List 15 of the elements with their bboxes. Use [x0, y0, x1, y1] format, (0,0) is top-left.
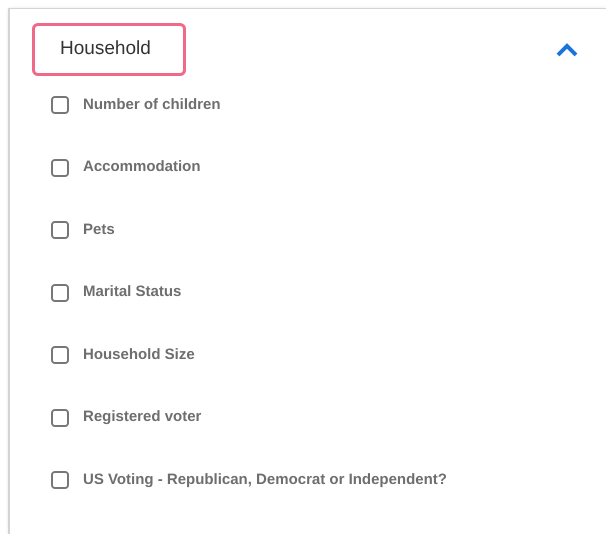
checkbox[interactable]	[51, 221, 69, 239]
section-title[interactable]: Household	[32, 23, 186, 76]
checkbox[interactable]	[51, 96, 69, 114]
option-label: Accommodation	[83, 157, 201, 178]
option-label: Household Size	[83, 344, 195, 365]
option-label: Registered voter	[83, 407, 202, 428]
option-label: Marital Status	[83, 282, 182, 302]
checkbox[interactable]	[51, 408, 69, 426]
checkbox[interactable]	[51, 346, 69, 364]
checkbox[interactable]	[51, 284, 69, 302]
option-label: US Voting - Republican, Democrat or Independent?	[83, 470, 447, 490]
checkbox[interactable]	[51, 158, 69, 176]
checkbox[interactable]	[51, 471, 69, 489]
option-label: Pets	[83, 220, 115, 240]
option-label: Number of children	[83, 94, 221, 115]
